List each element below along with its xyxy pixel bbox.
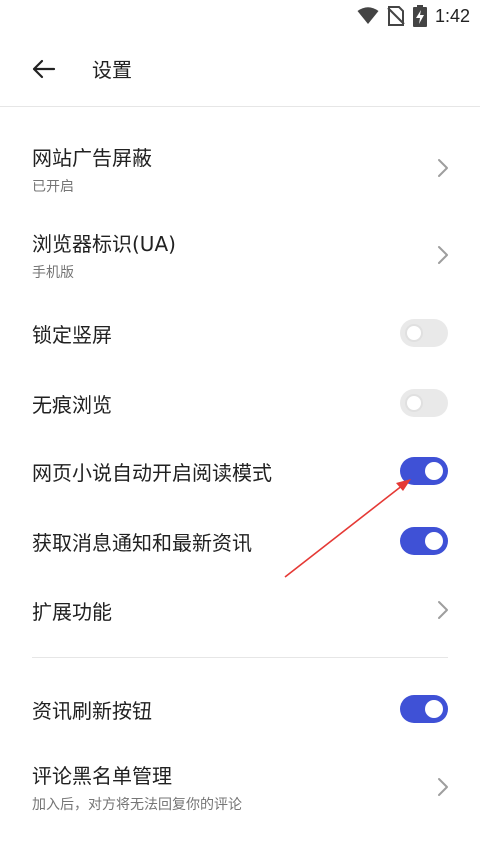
setting-title: 浏览器标识(UA) xyxy=(32,232,176,256)
chevron-right-icon xyxy=(438,778,448,796)
setting-extensions[interactable]: 扩展功能 xyxy=(0,582,480,638)
back-button[interactable] xyxy=(24,52,64,86)
toggle-knob xyxy=(405,394,423,412)
toggle-knob xyxy=(425,532,443,550)
setting-title: 锁定竖屏 xyxy=(32,323,112,347)
news-notifications-toggle[interactable] xyxy=(400,527,448,555)
toggle-knob xyxy=(405,324,423,342)
page-title: 设置 xyxy=(92,58,132,82)
toggle-knob xyxy=(425,462,443,480)
setting-news-notifications[interactable]: 获取消息通知和最新资讯 xyxy=(0,513,480,569)
setting-title: 评论黑名单管理 xyxy=(32,764,172,788)
setting-novel-reading-mode[interactable]: 网页小说自动开启阅读模式 xyxy=(0,443,480,499)
toggle-knob xyxy=(425,700,443,718)
wifi-icon xyxy=(357,7,379,24)
battery-charging-icon xyxy=(412,5,427,27)
chevron-right-icon xyxy=(438,246,448,264)
setting-incognito[interactable]: 无痕浏览 xyxy=(0,375,480,431)
chevron-right-icon xyxy=(438,601,448,619)
no-sim-icon xyxy=(387,6,405,26)
app-bar: 设置 xyxy=(0,32,480,107)
setting-title: 无痕浏览 xyxy=(32,393,112,417)
setting-title: 获取消息通知和最新资讯 xyxy=(32,531,252,555)
setting-title: 扩展功能 xyxy=(32,600,112,624)
setting-subtitle: 已开启 xyxy=(32,179,74,195)
setting-lock-portrait[interactable]: 锁定竖屏 xyxy=(0,305,480,361)
setting-user-agent[interactable]: 浏览器标识(UA) 手机版 xyxy=(0,220,480,290)
status-time: 1:42 xyxy=(434,5,470,26)
setting-subtitle: 手机版 xyxy=(32,265,74,281)
setting-news-refresh-button[interactable]: 资讯刷新按钮 xyxy=(0,681,480,737)
setting-comment-blacklist[interactable]: 评论黑名单管理 加入后，对方将无法回复你的评论 xyxy=(0,750,480,820)
status-icons: 1:42 xyxy=(357,4,470,28)
arrow-left-icon xyxy=(32,59,56,79)
setting-title: 资讯刷新按钮 xyxy=(32,699,152,723)
incognito-toggle[interactable] xyxy=(400,389,448,417)
setting-title: 网站广告屏蔽 xyxy=(32,146,152,170)
news-refresh-button-toggle[interactable] xyxy=(400,695,448,723)
lock-portrait-toggle[interactable] xyxy=(400,319,448,347)
chevron-right-icon xyxy=(438,159,448,177)
section-divider xyxy=(32,657,448,658)
novel-reading-mode-toggle[interactable] xyxy=(400,457,448,485)
setting-ad-block[interactable]: 网站广告屏蔽 已开启 xyxy=(0,132,480,202)
status-bar: 1:42 xyxy=(0,0,480,32)
setting-title: 网页小说自动开启阅读模式 xyxy=(32,461,272,485)
setting-subtitle: 加入后，对方将无法回复你的评论 xyxy=(32,797,242,813)
